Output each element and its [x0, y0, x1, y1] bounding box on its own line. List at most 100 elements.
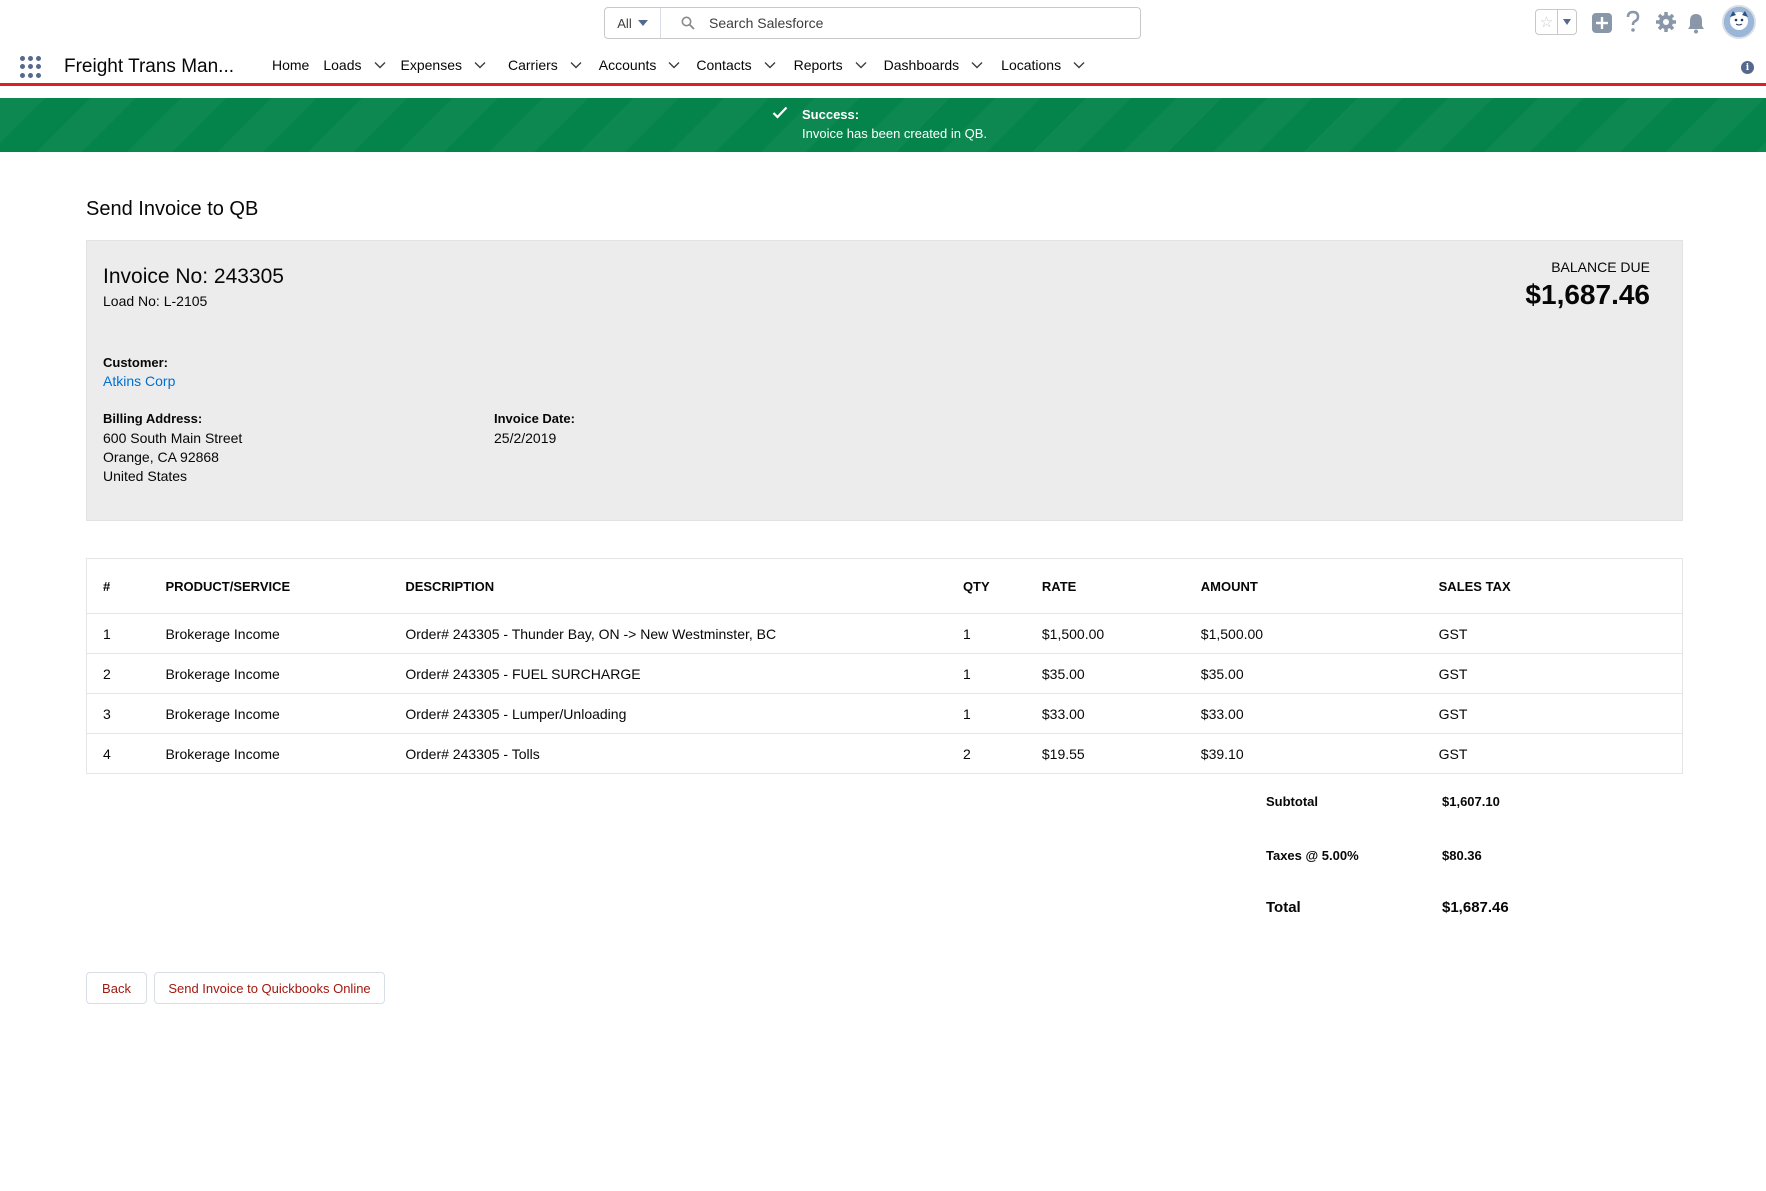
app-name: Freight Trans Man... — [64, 56, 235, 77]
column-header-description: DESCRIPTION — [405, 558, 963, 614]
cell-product: Brokerage Income — [165, 733, 406, 774]
cell-description: Order# 243305 - Thunder Bay, ON -> New W… — [405, 613, 963, 654]
cell-rate: $19.55 — [1041, 733, 1201, 774]
table-row: 4 Brokerage Income Order# 243305 - Tolls… — [86, 733, 1683, 774]
column-header-product: PRODUCT/SERVICE — [165, 558, 406, 614]
global-header: All ☆ — [0, 0, 1766, 46]
customer-link[interactable]: Atkins Corp — [103, 373, 175, 389]
table-row: 2 Brokerage Income Order# 243305 - FUEL … — [86, 653, 1683, 694]
nav-items: Home Loads Expenses Carriers Accounts Contact… — [272, 46, 1103, 83]
nav-item-dashboards[interactable]: Dashboards — [884, 46, 986, 83]
page-title: Send Invoice to QB — [86, 198, 259, 220]
caret-down-icon — [637, 20, 648, 26]
nav-item-locations[interactable]: Locations — [1001, 46, 1087, 83]
cell-product: Brokerage Income — [165, 693, 406, 734]
cell-qty: 2 — [962, 733, 1042, 774]
nav-item-carriers[interactable]: Carriers — [508, 46, 584, 83]
chevron-down-icon[interactable] — [668, 58, 682, 72]
invoice-date: 25/2/2019 — [494, 430, 557, 446]
nav-item-reports[interactable]: Reports — [794, 46, 869, 83]
caret-down-icon — [1562, 19, 1571, 25]
favorites-dropdown[interactable] — [1556, 10, 1576, 34]
cell-rate: $35.00 — [1041, 653, 1201, 694]
column-header-rate: RATE — [1041, 558, 1201, 614]
info-icon[interactable]: i — [1741, 61, 1754, 74]
cell-product: Brokerage Income — [165, 653, 406, 694]
billing-address-line: Orange, CA 92868 — [103, 449, 219, 465]
cell-sales-tax: GST — [1438, 653, 1683, 694]
header-actions: ☆ — [1535, 9, 1577, 35]
help-icon[interactable] — [1624, 10, 1642, 34]
column-header-qty: QTY — [962, 558, 1042, 614]
nav-item-label: Home — [272, 56, 310, 73]
toast-title: Success: — [802, 107, 860, 122]
invoice-summary-card: Invoice No: 243305 Load No: L-2105 BALAN… — [86, 240, 1683, 521]
load-number: Load No: L-2105 — [103, 293, 208, 309]
app-launcher-icon[interactable] — [20, 56, 42, 78]
gear-icon[interactable] — [1655, 11, 1677, 33]
user-avatar[interactable] — [1722, 5, 1756, 39]
favorites-group: ☆ — [1535, 9, 1577, 35]
chevron-down-icon[interactable] — [374, 58, 388, 72]
send-invoice-button[interactable]: Send Invoice to Quickbooks Online — [154, 972, 385, 1004]
cell-rate: $1,500.00 — [1041, 613, 1201, 654]
column-header-sales-tax: SALES TAX — [1438, 558, 1683, 614]
cell-rate: $33.00 — [1041, 693, 1201, 734]
nav-item-accounts[interactable]: Accounts — [599, 46, 683, 83]
line-items-table: # PRODUCT/SERVICE DESCRIPTION QTY RATE A… — [86, 558, 1683, 774]
nav-item-home[interactable]: Home — [272, 46, 309, 83]
app-navigation-bar: Freight Trans Man... Home Loads Expenses Ca… — [0, 46, 1766, 86]
cell-product: Brokerage Income — [165, 613, 406, 654]
chevron-down-icon[interactable] — [570, 58, 584, 72]
cell-amount: $35.00 — [1200, 653, 1439, 694]
chevron-down-icon[interactable] — [971, 58, 985, 72]
nav-item-label: Loads — [323, 56, 362, 73]
global-create-icon[interactable] — [1591, 12, 1613, 34]
billing-address-line: 600 South Main Street — [103, 430, 243, 446]
nav-item-label: Expenses — [400, 56, 462, 73]
invoice-date-label: Invoice Date: — [494, 411, 575, 426]
cell-amount: $33.00 — [1200, 693, 1439, 734]
billing-address-line: United States — [103, 468, 188, 484]
toast-message: Invoice has been created in QB. — [802, 126, 988, 141]
star-icon[interactable]: ☆ — [1536, 10, 1557, 34]
cell-description: Order# 243305 - FUEL SURCHARGE — [405, 653, 963, 694]
billing-address-label: Billing Address: — [103, 411, 203, 426]
notifications-bell-icon[interactable] — [1686, 12, 1706, 34]
search-icon — [681, 16, 695, 30]
subtotal-label: Subtotal — [1266, 794, 1318, 809]
chevron-down-icon[interactable] — [855, 58, 869, 72]
nav-item-loads[interactable]: Loads — [323, 46, 387, 83]
search-scope-label: All — [617, 15, 632, 31]
checkmark-icon — [772, 106, 788, 124]
tax-label: Taxes @ 5.00% — [1266, 848, 1359, 863]
nav-item-contacts[interactable]: Contacts — [696, 46, 777, 83]
nav-item-label: Contacts — [696, 56, 752, 73]
cell-qty: 1 — [962, 653, 1042, 694]
cell-number: 2 — [86, 653, 166, 694]
chevron-down-icon[interactable] — [1073, 58, 1087, 72]
chevron-down-icon[interactable] — [474, 58, 488, 72]
cell-number: 3 — [86, 693, 166, 734]
nav-item-label: Reports — [793, 56, 843, 73]
cell-sales-tax: GST — [1438, 733, 1683, 774]
search-scope-dropdown[interactable]: All — [605, 8, 661, 38]
subtotal-value: $1,607.10 — [1442, 794, 1500, 809]
column-header-amount: AMOUNT — [1200, 558, 1439, 614]
cell-description: Order# 243305 - Tolls — [405, 733, 963, 774]
chevron-down-icon[interactable] — [764, 58, 778, 72]
cell-qty: 1 — [962, 613, 1042, 654]
back-button[interactable]: Back — [86, 972, 147, 1004]
cell-sales-tax: GST — [1438, 613, 1683, 654]
customer-label: Customer: — [103, 355, 169, 370]
search-input[interactable] — [709, 15, 1109, 31]
balance-due-label: BALANCE DUE — [1551, 259, 1650, 275]
tax-value: $80.36 — [1442, 848, 1482, 863]
cell-number: 1 — [86, 613, 166, 654]
global-search: All — [604, 7, 1141, 39]
cell-amount: $39.10 — [1200, 733, 1439, 774]
nav-item-expenses[interactable]: Expenses — [401, 46, 488, 83]
invoice-number: Invoice No: 243305 — [103, 265, 284, 288]
cell-qty: 1 — [962, 693, 1042, 734]
cell-amount: $1,500.00 — [1200, 613, 1439, 654]
